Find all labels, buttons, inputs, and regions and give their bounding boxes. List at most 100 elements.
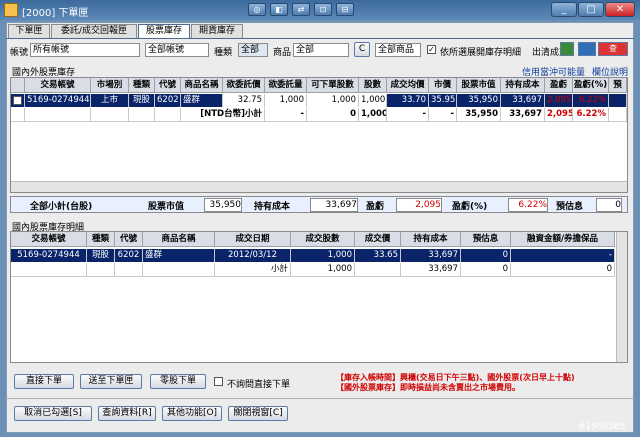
cancel-selected-button[interactable]: 取消已勾選[S] — [14, 406, 92, 421]
dcell-cost: 33,697 — [401, 249, 461, 262]
subtotal-pl-pct: 6.22% — [573, 108, 609, 121]
toolbar-button-1[interactable]: ◎ — [248, 3, 266, 16]
dheader-name[interactable]: 商品名稱 — [143, 232, 215, 247]
dcell-kind: 現股 — [87, 249, 115, 262]
header-account[interactable]: 交易帳號 — [25, 78, 91, 93]
more-functions-button[interactable]: 其他功能[O] — [162, 406, 222, 421]
minimize-icon[interactable]: _ — [551, 2, 577, 17]
close-window-button[interactable]: 關閉視窗[C] — [228, 406, 288, 421]
no-confirm-label: 不詢問直接下單 — [227, 380, 291, 390]
cell-avg-price: 33.70 — [387, 94, 429, 107]
header-kind[interactable]: 種類 — [129, 78, 155, 93]
send-to-box-button[interactable]: 送至下單匣 — [80, 374, 142, 389]
note-1-tag: 【庫存入帳時間】 — [336, 373, 400, 382]
detail-header: 交易帳號 種類 代號 商品名稱 成交日期 成交股數 成交價 持有成本 預估息 融… — [11, 232, 615, 247]
account-select[interactable]: 所有帳號 — [30, 43, 140, 57]
maximize-icon[interactable]: □ — [578, 2, 604, 17]
tab-order-box[interactable]: 下單匣 — [8, 24, 50, 38]
no-confirm-checkbox[interactable] — [214, 377, 223, 386]
subtotal-market-value: 35,950 — [457, 108, 501, 121]
toolbar-button-4[interactable]: ⊡ — [314, 3, 332, 16]
product-name-field[interactable]: 全部商品 — [375, 43, 421, 57]
watermark: #1956585 — [578, 422, 626, 432]
header-order-qty[interactable]: 欲委託量 — [265, 78, 307, 93]
tab-stock-inventory[interactable]: 股票庫存 — [138, 24, 190, 39]
dheader-est[interactable]: 預估息 — [461, 232, 511, 247]
row-checkbox[interactable] — [13, 96, 22, 105]
search-icon[interactable] — [578, 42, 596, 56]
toolbar-button-2[interactable]: ◧ — [270, 3, 288, 16]
header-shares[interactable]: 股數 — [359, 78, 387, 93]
query-data-button[interactable]: 查詢資料[R] — [98, 406, 156, 421]
cell-code: 6202 — [155, 94, 181, 107]
subtotal-kind — [129, 108, 155, 121]
tab-futures-inventory[interactable]: 期貨庫存 — [191, 24, 243, 38]
direct-order-button[interactable]: 直接下單 — [14, 374, 74, 389]
header-name[interactable]: 商品名稱 — [181, 78, 223, 93]
cell-name: 盛群 — [181, 94, 223, 107]
dheader-date[interactable]: 成交日期 — [215, 232, 291, 247]
subtotal-market — [91, 108, 129, 121]
inventory-header: 交易帳號 市場別 種類 代號 商品名稱 欲委託價 欲委託量 可下單股數 股數 成… — [11, 78, 627, 93]
odd-lot-button[interactable]: 零股下單 — [150, 374, 206, 389]
header-pl[interactable]: 盈虧 — [545, 78, 573, 93]
account-name-field[interactable]: 全部帳號 — [145, 43, 209, 57]
horizontal-scrollbar[interactable] — [11, 181, 627, 192]
dheader-kind[interactable]: 種類 — [87, 232, 115, 247]
header-avg-price[interactable]: 成交均價 — [387, 78, 429, 93]
dheader-price[interactable]: 成交價 — [355, 232, 401, 247]
dsub-price — [355, 263, 401, 276]
c-button[interactable]: C — [354, 42, 370, 57]
header-est[interactable]: 預 — [609, 78, 627, 93]
cell-market-price: 35.95 — [431, 94, 457, 107]
subtotal-code — [155, 108, 181, 121]
header-available[interactable]: 可下單股數 — [307, 78, 359, 93]
header-market[interactable]: 市場別 — [91, 78, 129, 93]
table-row[interactable]: 5169-0274944 上市 現股 6202 盛群 32.75 1,000 1… — [11, 94, 627, 107]
dcell-code: 6202 — [115, 249, 143, 262]
subtotal-est — [609, 108, 627, 121]
detail-subtotal-row: 小計 1,000 33,697 0 0 — [11, 263, 615, 277]
header-cost[interactable]: 持有成本 — [501, 78, 545, 93]
dheader-code[interactable]: 代號 — [115, 232, 143, 247]
header-order-price[interactable]: 欲委託價 — [223, 78, 265, 93]
product-select[interactable]: 全部 — [293, 43, 349, 57]
cell-market-value: 35,950 — [457, 94, 501, 107]
table-row[interactable]: 5169-0274944 現股 6202 盛群 2012/03/12 1,000… — [11, 249, 615, 262]
dcell-price: 33.65 — [355, 249, 401, 262]
dcell-qty: 1,000 — [291, 249, 355, 262]
dheader-account[interactable]: 交易帳號 — [11, 232, 87, 247]
close-icon[interactable]: ✕ — [605, 2, 635, 17]
summary-cost-label: 持有成本 — [254, 202, 291, 212]
toolbar-button-3[interactable]: ⇄ — [292, 3, 310, 16]
dheader-margin[interactable]: 融資金額/券擔保品 — [511, 232, 615, 247]
cell-market: 上市 — [91, 94, 129, 107]
row-check-cell[interactable] — [11, 94, 25, 107]
header-market-price[interactable]: 市價 — [429, 78, 457, 93]
dheader-cost[interactable]: 持有成本 — [401, 232, 461, 247]
cell-pl-pct: 6.22% — [573, 94, 609, 107]
cell-kind: 現股 — [129, 94, 155, 107]
tab-order-report[interactable]: 委託/成交回報匣 — [51, 24, 137, 38]
header-market-value[interactable]: 股票市值 — [457, 78, 501, 93]
dheader-qty[interactable]: 成交股數 — [291, 232, 355, 247]
type-select[interactable]: 全部 — [238, 43, 268, 57]
subtotal-cost: 33,697 — [501, 108, 545, 121]
subtotal-account — [25, 108, 91, 121]
detail-checkbox[interactable]: ✓ — [427, 45, 436, 54]
excel-icon[interactable] — [560, 42, 574, 56]
query-icon[interactable]: 查 — [598, 42, 628, 56]
product-label: 商品 — [273, 48, 292, 58]
header-code[interactable]: 代號 — [155, 78, 181, 93]
cell-order-qty[interactable]: 1,000 — [265, 94, 307, 107]
header-check[interactable] — [11, 78, 25, 93]
cell-est — [609, 94, 627, 107]
toolbar-button-5[interactable]: ⊟ — [336, 3, 354, 16]
summary-mv-label: 股票市值 — [148, 202, 185, 212]
header-pl-pct[interactable]: 盈虧(%) — [573, 78, 609, 93]
vertical-scrollbar[interactable] — [616, 232, 627, 362]
summary-mv-value: 35,950 — [204, 198, 242, 212]
subtotal-market-price: - — [429, 108, 457, 121]
cell-order-price[interactable]: 32.75 — [223, 94, 265, 107]
account-label: 帳號 — [10, 48, 29, 58]
